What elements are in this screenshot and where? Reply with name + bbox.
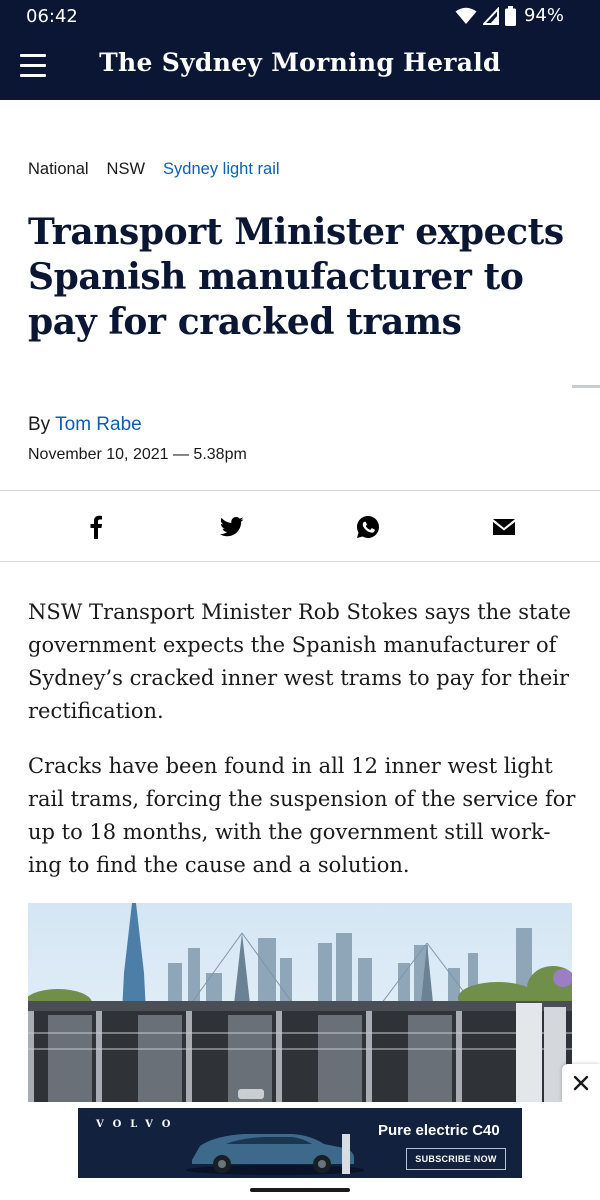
status-icons: 94% bbox=[455, 5, 564, 26]
charging-station-image bbox=[342, 1134, 350, 1174]
masthead-logo[interactable]: The Sydney Morning Herald bbox=[0, 48, 600, 77]
share-facebook-button[interactable] bbox=[82, 513, 110, 541]
email-icon bbox=[493, 519, 515, 535]
author-link[interactable]: Tom Rabe bbox=[55, 414, 142, 435]
ad-container: VOLVO Pure electric C40 SUBSCRIBE NOW bbox=[0, 1102, 600, 1180]
share-email-button[interactable] bbox=[490, 513, 518, 541]
facebook-icon bbox=[90, 515, 102, 539]
ad-subscribe-button[interactable]: SUBSCRIBE NOW bbox=[406, 1148, 506, 1170]
battery-icon bbox=[504, 5, 516, 26]
wifi-icon bbox=[455, 7, 477, 24]
article-paragraph: Cracks have been found in all 12 inner w… bbox=[28, 754, 576, 877]
ad-banner[interactable]: VOLVO Pure electric C40 SUBSCRIBE NOW bbox=[78, 1108, 522, 1178]
system-navigation-bar bbox=[0, 1180, 600, 1200]
tram-depot-skyline-photo bbox=[28, 903, 572, 1103]
byline-prefix: By bbox=[28, 414, 51, 435]
breadcrumb-national[interactable]: National bbox=[28, 160, 89, 179]
share-twitter-button[interactable] bbox=[218, 513, 246, 541]
article-paragraph: NSW Transport Minister Rob Stokes says t… bbox=[28, 600, 571, 723]
ad-headline: Pure electric C40 bbox=[378, 1122, 500, 1139]
byline: By Tom Rabe bbox=[28, 414, 142, 436]
status-bar: 06:42 94% bbox=[0, 0, 600, 34]
car-image bbox=[186, 1134, 364, 1175]
article-image[interactable] bbox=[28, 903, 572, 1103]
home-gesture-bar[interactable] bbox=[250, 1188, 350, 1192]
ad-brand: VOLVO bbox=[96, 1119, 180, 1130]
share-whatsapp-button[interactable] bbox=[354, 513, 382, 541]
breadcrumb-sydney-light-rail[interactable]: Sydney light rail bbox=[163, 160, 279, 179]
whatsapp-icon bbox=[357, 516, 379, 538]
breadcrumb: National NSW Sydney light rail bbox=[28, 160, 280, 179]
status-time: 06:42 bbox=[26, 6, 78, 27]
scroll-indicator bbox=[572, 385, 600, 388]
twitter-icon bbox=[220, 517, 244, 537]
close-icon bbox=[573, 1075, 589, 1091]
breadcrumb-nsw[interactable]: NSW bbox=[107, 160, 146, 179]
battery-percentage: 94% bbox=[523, 5, 564, 26]
article-dateline: November 10, 2021 — 5.38pm bbox=[28, 446, 247, 463]
site-header: The Sydney Morning Herald bbox=[0, 34, 600, 100]
cellular-signal-icon bbox=[482, 6, 499, 25]
share-bar bbox=[0, 490, 600, 562]
ad-close-button[interactable] bbox=[562, 1064, 600, 1102]
article-headline: Transport Minister expects Spanish manuf… bbox=[28, 211, 564, 343]
